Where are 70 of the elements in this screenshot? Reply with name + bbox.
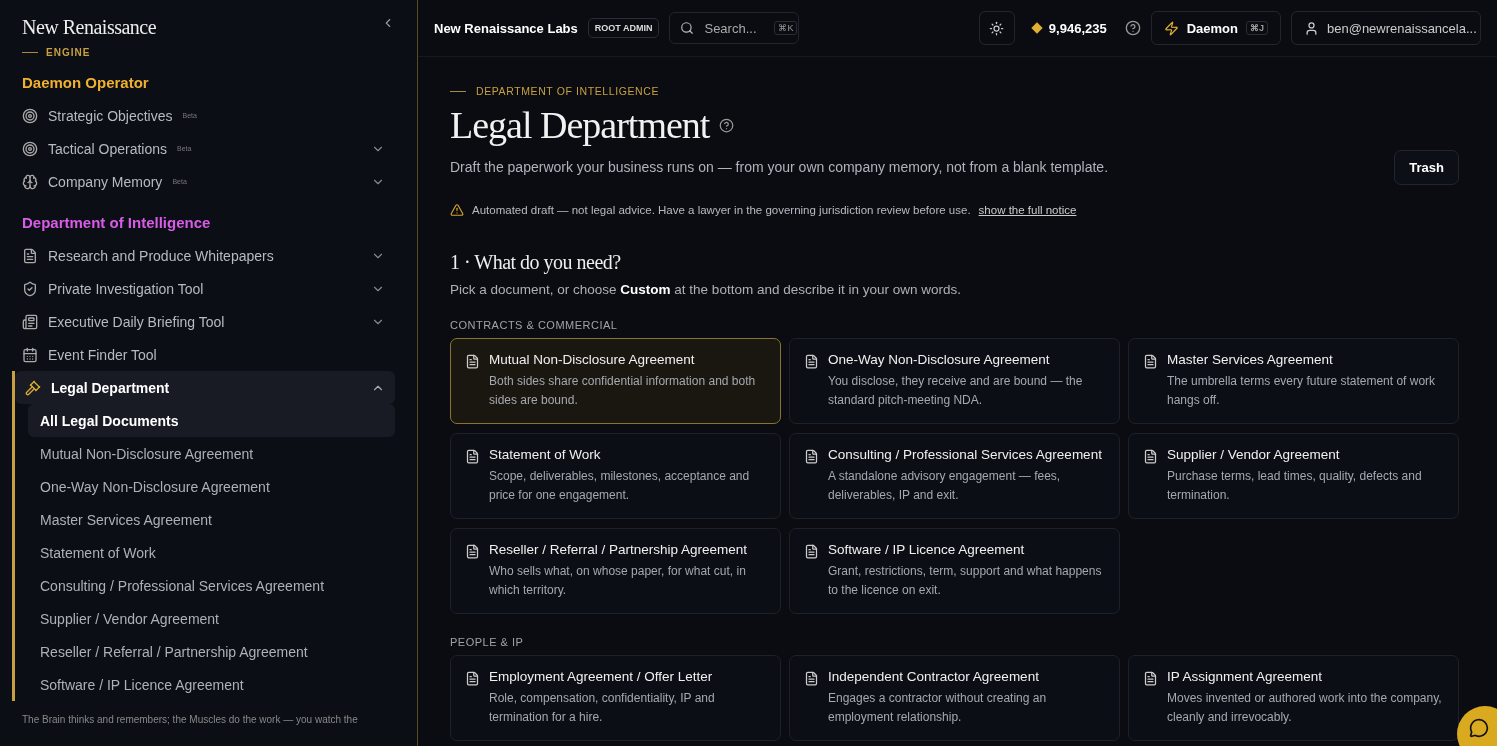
sidebar-subitem[interactable]: Master Services Agreement xyxy=(28,503,395,536)
card-description: Who sells what, on whose paper, for what cut, in which territory. xyxy=(489,563,747,599)
card-title: One-Way Non-Disclosure Agreement xyxy=(828,352,1051,367)
section-title: Department of Intelligence xyxy=(21,213,212,233)
notice-link[interactable]: show the full notice xyxy=(978,204,1077,216)
card-description: Engages a contractor without creating an employment relationship. xyxy=(828,690,1048,726)
step-title: 1 · What do you need? xyxy=(450,251,622,274)
document-card[interactable]: Independent Contractor Agreement Engages a contractor without creating an employment relationship. xyxy=(789,655,1120,741)
sidebar-item[interactable]: Event Finder Tool xyxy=(12,338,395,371)
role-badge: ROOT ADMIN xyxy=(587,18,660,38)
page-title: Legal Department xyxy=(450,103,710,147)
daemon-button[interactable]: Daemon ⌘J xyxy=(1150,11,1281,45)
sidebar-subitem[interactable]: Consulting / Professional Services Agreement xyxy=(28,569,395,602)
step-hint: Pick a document, or choose Custom at the bottom and describe it in your own words. xyxy=(450,282,962,297)
card-title: Reseller / Referral / Partnership Agreement xyxy=(489,542,749,557)
trash-button[interactable]: Trash xyxy=(1394,150,1459,185)
sidebar-item[interactable]: Private Investigation Tool xyxy=(12,272,395,305)
page-subtitle: Draft the paperwork your business runs on — from your own company memory, not from a blank template. xyxy=(450,159,1109,175)
sidebar-subitem[interactable]: Software / IP Licence Agreement xyxy=(28,668,395,701)
card-description: A standalone advisory engagement — fees, deliverables, IP and exit. xyxy=(828,468,1062,504)
section-title: Daemon Operator xyxy=(21,73,150,93)
brand-tag: ENGINE xyxy=(46,47,91,58)
card-description: Both sides share confidential information and both sides are bound. xyxy=(489,373,757,409)
card-description: Scope, deliverables, milestones, acceptance and price for one engagement. xyxy=(489,468,751,504)
sidebar-subitem[interactable]: Reseller / Referral / Partnership Agreement xyxy=(28,635,395,668)
document-card[interactable]: Mutual Non-Disclosure Agreement Both sides share confidential information and both sides are bound. xyxy=(450,338,781,424)
card-description: Moves invented or authored work into the company, cleanly and irrevocably. xyxy=(1167,690,1443,726)
document-card[interactable]: Statement of Work Scope, deliverables, milestones, acceptance and price for one engagement. xyxy=(450,433,781,519)
document-card[interactable]: One-Way Non-Disclosure Agreement You disclose, they receive and are bound — the standard pitch-meeting NDA. xyxy=(789,338,1120,424)
sidebar-item[interactable]: Legal Department xyxy=(15,371,395,404)
card-title: Statement of Work xyxy=(489,447,602,462)
document-card[interactable]: Employment Agreement / Offer Letter Role, compensation, confidentiality, IP and termination for a hire. xyxy=(450,655,781,741)
shortcut-hint: ⌘K xyxy=(774,21,798,35)
card-title: Mutual Non-Disclosure Agreement xyxy=(489,352,696,367)
org-name: New Renaissance Labs xyxy=(434,20,578,36)
search-input[interactable]: Search... xyxy=(702,19,767,37)
card-title: Software / IP Licence Agreement xyxy=(828,542,1026,557)
user-menu-button[interactable]: ben@newrenaissancela... xyxy=(1291,11,1481,45)
sidebar-subitem[interactable]: All Legal Documents xyxy=(28,404,395,437)
document-card[interactable]: IP Assignment Agreement Moves invented or authored work into the company, cleanly and irrevocably. xyxy=(1128,655,1459,741)
sidebar-subitem[interactable]: One-Way Non-Disclosure Agreement xyxy=(28,470,395,503)
card-description: Role, compensation, confidentiality, IP and termination for a hire. xyxy=(489,690,716,726)
card-description: Grant, restrictions, term, support and what happens to the licence on exit. xyxy=(828,563,1103,599)
brand-name: New Renaissance xyxy=(22,16,157,39)
sidebar-subitem[interactable]: Mutual Non-Disclosure Agreement xyxy=(28,437,395,470)
document-card[interactable]: Software / IP Licence Agreement Grant, restrictions, term, support and what happens to the licence on exit. xyxy=(789,528,1120,614)
search-field[interactable]: Search... ⌘K xyxy=(669,12,800,44)
card-description: Purchase terms, lead times, quality, defects and termination. xyxy=(1167,468,1423,504)
sidebar-item[interactable]: Research and Produce Whitepapers xyxy=(12,239,395,272)
sidebar-footer-text: The Brain thinks and remembers; the Muscles do the work — you watch the xyxy=(21,713,359,727)
group-title: CONTRACTS & COMMERCIAL xyxy=(450,319,619,331)
card-title: IP Assignment Agreement xyxy=(1167,669,1324,684)
card-title: Employment Agreement / Offer Letter xyxy=(489,669,714,684)
sidebar-item[interactable]: Executive Daily Briefing Tool xyxy=(12,305,395,338)
credit-balance: 9,946,235 xyxy=(1048,20,1107,36)
card-description: The umbrella terms every future statement of work hangs off. xyxy=(1167,373,1437,409)
card-title: Independent Contractor Agreement xyxy=(828,669,1040,684)
eyebrow-label: DEPARTMENT OF INTELLIGENCE xyxy=(476,85,660,97)
document-card[interactable]: Master Services Agreement The umbrella terms every future statement of work hangs off. xyxy=(1128,338,1459,424)
document-card[interactable]: Reseller / Referral / Partnership Agreement Who sells what, on whose paper, for what cut, in which territory. xyxy=(450,528,781,614)
card-title: Consulting / Professional Services Agreement xyxy=(828,447,1103,462)
notice-text: Automated draft — not legal advice. Have a lawyer in the governing jurisdiction review before use. xyxy=(472,204,971,216)
sidebar-subitem[interactable]: Supplier / Vendor Agreement xyxy=(28,602,395,635)
card-title: Master Services Agreement xyxy=(1167,352,1334,367)
document-card[interactable]: Consulting / Professional Services Agreement A standalone advisory engagement — fees, deliverables, IP and exit. xyxy=(789,433,1120,519)
document-card[interactable]: Supplier / Vendor Agreement Purchase terms, lead times, quality, defects and termination. xyxy=(1128,433,1459,519)
card-title: Supplier / Vendor Agreement xyxy=(1167,447,1341,462)
sidebar-subitem[interactable]: Statement of Work xyxy=(28,536,395,569)
group-title: PEOPLE & IP xyxy=(450,636,525,648)
card-description: You disclose, they receive and are bound — the standard pitch-meeting NDA. xyxy=(828,373,1084,409)
